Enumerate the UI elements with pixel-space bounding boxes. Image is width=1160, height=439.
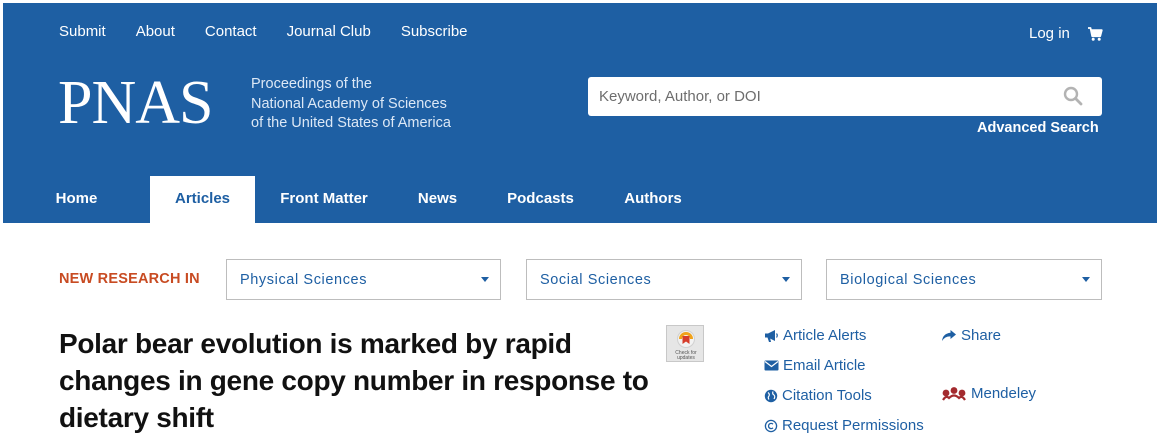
tagline-line-3: of the United States of America <box>251 115 451 131</box>
physical-sciences-dropdown[interactable]: Physical Sciences <box>226 259 501 300</box>
mendeley-label: Mendeley <box>971 385 1037 402</box>
email-article-label: Email Article <box>783 357 866 374</box>
caret-down-icon <box>1082 277 1090 282</box>
globe-icon <box>764 389 778 402</box>
check-for-updates-badge[interactable]: Check for updates <box>666 325 704 362</box>
cart-icon[interactable] <box>1087 26 1103 42</box>
request-permissions-label: Request Permissions <box>782 417 924 434</box>
caret-down-icon <box>782 277 790 282</box>
dropdown-label: Biological Sciences <box>840 272 977 288</box>
email-article-link[interactable]: Email Article <box>764 357 866 374</box>
caret-down-icon <box>481 277 489 282</box>
nav-journal-club-link[interactable]: Journal Club <box>287 23 371 40</box>
new-research-label: NEW RESEARCH IN <box>59 271 200 287</box>
dropdown-label: Physical Sciences <box>240 272 368 288</box>
badge-text-2: updates <box>677 355 695 361</box>
tab-articles[interactable]: Articles <box>150 176 255 223</box>
search-input[interactable] <box>588 77 1058 116</box>
title-line-3: dietary shift <box>59 402 214 433</box>
nav-submit-link[interactable]: Submit <box>59 23 106 40</box>
share-icon <box>942 329 956 341</box>
tab-home[interactable]: Home <box>3 176 150 223</box>
login-link[interactable]: Log in <box>1029 25 1070 42</box>
nav-subscribe-link[interactable]: Subscribe <box>401 23 468 40</box>
request-permissions-link[interactable]: Request Permissions <box>764 417 924 434</box>
tab-podcasts[interactable]: Podcasts <box>482 176 599 223</box>
tab-news[interactable]: News <box>393 176 482 223</box>
title-line-1: Polar bear evolution is marked by rapid <box>59 328 572 359</box>
article-title: Polar bear evolution is marked by rapid … <box>59 325 679 436</box>
megaphone-icon <box>765 329 778 342</box>
title-line-2: changes in gene copy number in response … <box>59 365 649 396</box>
nav-about-link[interactable]: About <box>136 23 175 40</box>
copyright-icon <box>764 419 778 432</box>
social-sciences-dropdown[interactable]: Social Sciences <box>526 259 802 300</box>
article-alerts-link[interactable]: Article Alerts <box>764 327 866 344</box>
page: Submit About Contact Journal Club Subscr… <box>3 3 1157 439</box>
citation-tools-link[interactable]: Citation Tools <box>764 387 872 404</box>
envelope-icon <box>764 360 779 371</box>
utility-nav: Submit About Contact Journal Club Subscr… <box>59 23 498 40</box>
tagline-line-1: Proceedings of the <box>251 76 372 92</box>
citation-tools-label: Citation Tools <box>782 387 872 404</box>
mendeley-link[interactable]: Mendeley <box>941 385 1036 402</box>
check-for-updates-icon: Check for updates <box>675 330 697 361</box>
tagline-line-2: National Academy of Sciences <box>251 95 447 112</box>
share-label: Share <box>961 327 1002 344</box>
advanced-search-link[interactable]: Advanced Search <box>977 120 1099 136</box>
mendeley-icon <box>942 386 966 401</box>
tab-authors[interactable]: Authors <box>599 176 707 223</box>
tab-front-matter[interactable]: Front Matter <box>255 176 393 223</box>
journal-tagline: Proceedings of the National Academy of S… <box>251 75 451 134</box>
article-alerts-label: Article Alerts <box>783 327 867 344</box>
site-header: Submit About Contact Journal Club Subscr… <box>3 3 1157 223</box>
pnas-logo[interactable]: PNAS <box>58 71 214 135</box>
main-nav: Home Articles Front Matter News Podcasts… <box>3 176 707 223</box>
nav-contact-link[interactable]: Contact <box>205 23 257 40</box>
biological-sciences-dropdown[interactable]: Biological Sciences <box>826 259 1102 300</box>
search-icon[interactable] <box>1063 86 1083 106</box>
search-box <box>588 77 1102 116</box>
dropdown-label: Social Sciences <box>540 272 652 288</box>
share-link[interactable]: Share <box>941 327 1001 344</box>
